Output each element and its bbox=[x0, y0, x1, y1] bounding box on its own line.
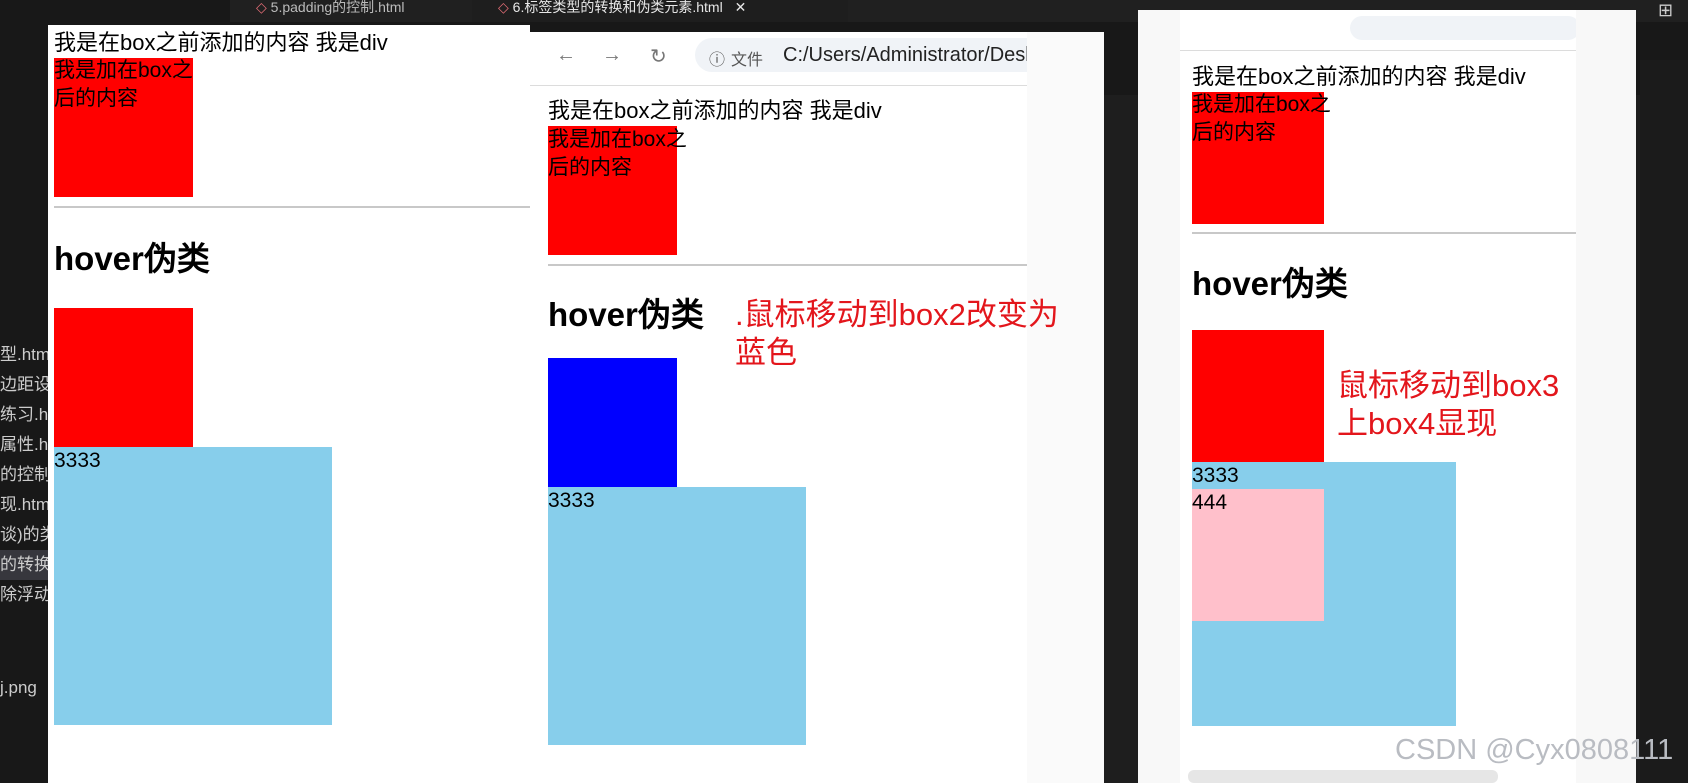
editor-tab-active[interactable]: ◇ 6.标签类型的转换和伪类元素.html ✕ bbox=[472, 0, 848, 22]
box4: 444 bbox=[1192, 489, 1324, 621]
editor-tab-label: 6.标签类型的转换和伪类元素.html bbox=[512, 0, 723, 15]
file-item-label: 谈)的类 bbox=[0, 525, 48, 544]
address-text: C:/Users/Administrator/Desk bbox=[783, 44, 1027, 66]
file-item-label: 型.htm bbox=[0, 345, 48, 364]
file-item[interactable]: 除浮动 bbox=[0, 580, 48, 610]
box2-hovered[interactable] bbox=[548, 358, 677, 487]
browser-viewport: 我是在box之前添加的内容 我是div 我是加在box之后的内容 hover伪类… bbox=[1180, 10, 1576, 783]
editor-right-edge: ⊞ bbox=[1640, 0, 1688, 783]
box3[interactable]: 3333 bbox=[548, 487, 806, 745]
file-item[interactable]: 型.htm bbox=[0, 340, 48, 370]
forward-arrow-icon[interactable]: → bbox=[602, 44, 622, 67]
box3-text: 3333 bbox=[54, 449, 101, 472]
file-item-label: 的转换 bbox=[0, 555, 48, 574]
box3[interactable]: 3333 bbox=[54, 447, 332, 725]
hover-heading: hover伪类 bbox=[548, 296, 704, 333]
address-bar[interactable]: ⓘ 文件 C:/Users/Administrator/Desk bbox=[695, 38, 1027, 72]
file-scheme-label: 文件 bbox=[731, 52, 764, 69]
editor-tab-label: 5.padding的控制.html bbox=[270, 0, 405, 15]
reload-icon[interactable]: ↻ bbox=[650, 44, 667, 69]
annotation-box3: 鼠标移动到box3上box4显现 bbox=[1337, 368, 1560, 441]
browser-panel-box2-hover: ← → ↻ ⓘ 文件 C:/Users/Administrator/Desk 我… bbox=[530, 32, 1104, 783]
before-text: 我是在box之前添加的内容 我是div bbox=[1192, 64, 1526, 89]
watermark: CSDN @Cyx0808111 bbox=[1395, 734, 1674, 766]
file-item-label: 的控制 bbox=[0, 465, 48, 484]
file-item-label: 现.htm bbox=[0, 495, 48, 514]
file-item-label: 属性.h bbox=[0, 435, 48, 454]
hover-heading: hover伪类 bbox=[1192, 265, 1348, 302]
after-text: 我是加在box之后的内容 bbox=[548, 128, 687, 179]
box2[interactable] bbox=[54, 308, 193, 447]
file-item[interactable]: 属性.h bbox=[0, 430, 48, 460]
toolbar-divider bbox=[530, 85, 1027, 86]
browser-panel-box3-hover: 我是在box之前添加的内容 我是div 我是加在box之后的内容 hover伪类… bbox=[1138, 10, 1636, 783]
browser-panel-initial: 我是在box之前添加的内容 我是div 我是加在box之后的内容 hover伪类… bbox=[48, 25, 530, 783]
address-bar[interactable] bbox=[1350, 16, 1576, 40]
file-item[interactable]: j.png bbox=[0, 673, 48, 703]
browser-viewport: ← → ↻ ⓘ 文件 C:/Users/Administrator/Desk 我… bbox=[530, 32, 1027, 783]
layout-icon[interactable]: ⊞ bbox=[1658, 0, 1673, 21]
close-icon[interactable]: ✕ bbox=[735, 0, 747, 15]
annotation-box2: .鼠标移动到box2改变为蓝色 bbox=[735, 297, 1059, 370]
hover-heading: hover伪类 bbox=[54, 240, 210, 277]
html-file-icon: ◇ bbox=[256, 0, 267, 15]
file-item-selected[interactable]: 的转换 bbox=[0, 550, 48, 580]
file-item[interactable]: 边距设 bbox=[0, 370, 48, 400]
info-icon: ⓘ bbox=[709, 52, 726, 69]
after-text: 我是加在box之后的内容 bbox=[54, 59, 193, 110]
back-arrow-icon[interactable]: ← bbox=[556, 44, 576, 67]
file-item[interactable]: 的控制 bbox=[0, 460, 48, 490]
divider bbox=[54, 206, 530, 208]
file-item-label: j.png bbox=[0, 678, 37, 697]
file-item-label: 边距设 bbox=[0, 375, 48, 394]
file-item[interactable]: 练习.ht bbox=[0, 400, 48, 430]
file-item[interactable]: 谈)的类 bbox=[0, 520, 48, 550]
before-text: 我是在box之前添加的内容 我是div bbox=[54, 30, 388, 55]
box3-text: 3333 bbox=[1192, 464, 1239, 487]
box2[interactable] bbox=[1192, 330, 1324, 462]
after-text: 我是加在box之后的内容 bbox=[1192, 93, 1331, 144]
horizontal-scrollbar[interactable] bbox=[1188, 770, 1498, 783]
box4-text: 444 bbox=[1192, 491, 1228, 514]
divider bbox=[548, 264, 1027, 266]
html-file-icon: ◇ bbox=[498, 0, 509, 15]
divider bbox=[1192, 232, 1576, 234]
toolbar-divider bbox=[1180, 50, 1576, 51]
before-text: 我是在box之前添加的内容 我是div bbox=[548, 98, 882, 123]
box3-text: 3333 bbox=[548, 489, 595, 512]
file-item[interactable]: 现.htm bbox=[0, 490, 48, 520]
box3-hovered[interactable]: 3333 444 bbox=[1192, 462, 1456, 726]
file-item-label: 除浮动 bbox=[0, 585, 48, 604]
editor-tab[interactable]: ◇ 5.padding的控制.html bbox=[230, 0, 496, 22]
file-explorer: 型.htm 边距设 练习.ht 属性.h 的控制 现.htm 谈)的类 的转换 … bbox=[0, 95, 48, 783]
file-item-label: 练习.ht bbox=[0, 405, 48, 424]
